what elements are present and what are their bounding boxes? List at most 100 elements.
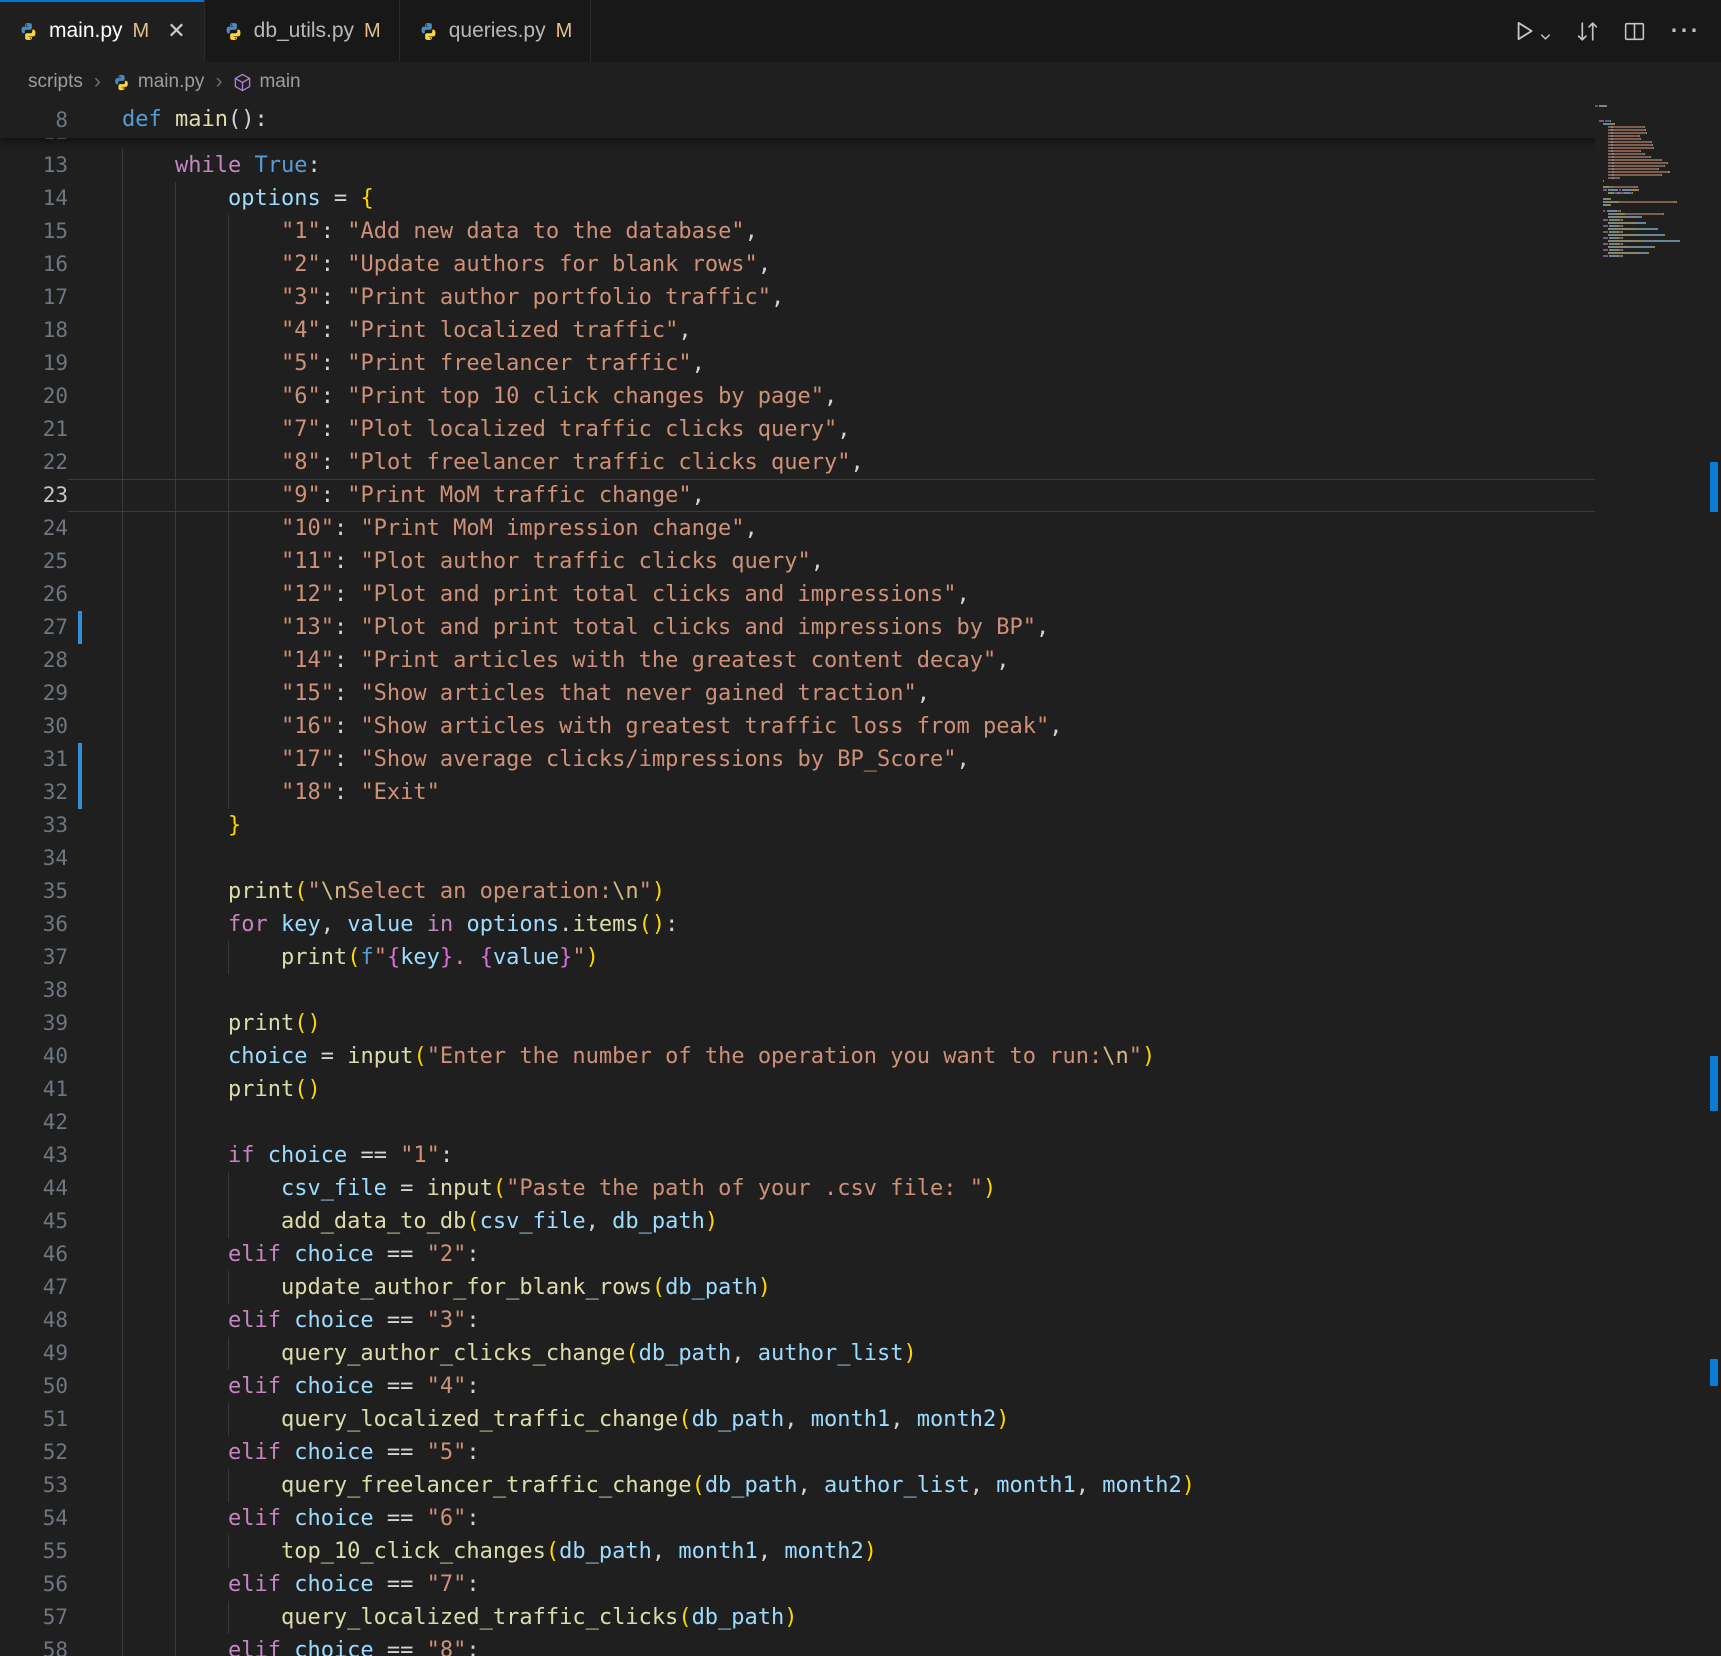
code-line[interactable]: 18 "4": "Print localized traffic", xyxy=(0,314,1721,347)
line-number[interactable]: 24 xyxy=(0,512,68,545)
code-line[interactable]: 45 add_data_to_db(csv_file, db_path) xyxy=(0,1205,1721,1238)
line-number[interactable]: 19 xyxy=(0,347,68,380)
code-line[interactable]: 56 elif choice == "7": xyxy=(0,1568,1721,1601)
line-number[interactable]: 13 xyxy=(0,149,68,182)
line-number[interactable]: 54 xyxy=(0,1502,68,1535)
code-line[interactable]: 14 options = { xyxy=(0,182,1721,215)
line-number[interactable]: 48 xyxy=(0,1304,68,1337)
code-line[interactable]: 55 top_10_click_changes(db_path, month1,… xyxy=(0,1535,1721,1568)
more-actions-button[interactable]: ⋯ xyxy=(1669,16,1699,46)
code-line[interactable]: 13 while True: xyxy=(0,149,1721,182)
line-number[interactable]: 40 xyxy=(0,1040,68,1073)
code-line[interactable]: 31 "17": "Show average clicks/impression… xyxy=(0,743,1721,776)
code-line[interactable]: 41 print() xyxy=(0,1073,1721,1106)
code-line[interactable]: 20 "6": "Print top 10 click changes by p… xyxy=(0,380,1721,413)
line-number[interactable]: 23 xyxy=(0,479,68,512)
line-number[interactable]: 22 xyxy=(0,446,68,479)
code-line[interactable]: 49 query_author_clicks_change(db_path, a… xyxy=(0,1337,1721,1370)
code-line[interactable]: 24 "10": "Print MoM impression change", xyxy=(0,512,1721,545)
line-number[interactable]: 43 xyxy=(0,1139,68,1172)
code-line[interactable]: 19 "5": "Print freelancer traffic", xyxy=(0,347,1721,380)
line-number[interactable]: 30 xyxy=(0,710,68,743)
line-number[interactable]: 29 xyxy=(0,677,68,710)
code-line[interactable]: 47 update_author_for_blank_rows(db_path) xyxy=(0,1271,1721,1304)
line-number[interactable]: 26 xyxy=(0,578,68,611)
code-line[interactable]: 21 "7": "Plot localized traffic clicks q… xyxy=(0,413,1721,446)
code-line[interactable]: 34 xyxy=(0,842,1721,875)
line-number[interactable]: 44 xyxy=(0,1172,68,1205)
line-number[interactable]: 21 xyxy=(0,413,68,446)
line-number[interactable]: 38 xyxy=(0,974,68,1007)
line-number[interactable]: 53 xyxy=(0,1469,68,1502)
code-line[interactable]: 38 xyxy=(0,974,1721,1007)
code-line[interactable]: 52 elif choice == "5": xyxy=(0,1436,1721,1469)
code-line[interactable]: 51 query_localized_traffic_change(db_pat… xyxy=(0,1403,1721,1436)
minimap[interactable] xyxy=(1595,102,1707,1656)
line-number[interactable]: 34 xyxy=(0,842,68,875)
code-line[interactable]: 46 elif choice == "2": xyxy=(0,1238,1721,1271)
line-number[interactable]: 41 xyxy=(0,1073,68,1106)
line-number[interactable]: 52 xyxy=(0,1436,68,1469)
code-line[interactable]: 33 } xyxy=(0,809,1721,842)
code-line[interactable]: 32 "18": "Exit" xyxy=(0,776,1721,809)
code-line[interactable]: 28 "14": "Print articles with the greate… xyxy=(0,644,1721,677)
code-line[interactable]: 29 "15": "Show articles that never gaine… xyxy=(0,677,1721,710)
line-number[interactable]: 32 xyxy=(0,776,68,809)
code-line[interactable]: 50 elif choice == "4": xyxy=(0,1370,1721,1403)
code-line[interactable]: 35 print("\nSelect an operation:\n") xyxy=(0,875,1721,908)
line-number[interactable]: 49 xyxy=(0,1337,68,1370)
line-number[interactable]: 47 xyxy=(0,1271,68,1304)
line-number[interactable]: 27 xyxy=(0,611,68,644)
code-line[interactable]: 54 elif choice == "6": xyxy=(0,1502,1721,1535)
line-number[interactable]: 51 xyxy=(0,1403,68,1436)
code-line[interactable]: 48 elif choice == "3": xyxy=(0,1304,1721,1337)
breadcrumb-item-scripts[interactable]: scripts xyxy=(28,71,83,93)
line-number[interactable]: 56 xyxy=(0,1568,68,1601)
sticky-scroll-line[interactable]: 8 def main(): xyxy=(0,102,1721,138)
line-number[interactable]: 55 xyxy=(0,1535,68,1568)
code-line[interactable]: 27 "13": "Plot and print total clicks an… xyxy=(0,611,1721,644)
tab-queries-py[interactable]: queries.pyM xyxy=(400,0,592,62)
overview-ruler[interactable] xyxy=(1707,102,1721,1656)
line-number[interactable]: 35 xyxy=(0,875,68,908)
line-number[interactable]: 39 xyxy=(0,1007,68,1040)
line-number[interactable]: 17 xyxy=(0,281,68,314)
code-line[interactable]: 43 if choice == "1": xyxy=(0,1139,1721,1172)
line-number[interactable]: 25 xyxy=(0,545,68,578)
close-tab-icon[interactable]: ✕ xyxy=(167,20,185,42)
code-line[interactable]: 26 "12": "Plot and print total clicks an… xyxy=(0,578,1721,611)
code-editor[interactable]: 1213 while True:14 options = {15 "1": "A… xyxy=(0,102,1721,1656)
line-number[interactable]: 58 xyxy=(0,1634,68,1656)
code-line[interactable]: 53 query_freelancer_traffic_change(db_pa… xyxy=(0,1469,1721,1502)
code-line[interactable]: 40 choice = input("Enter the number of t… xyxy=(0,1040,1721,1073)
line-number[interactable]: 37 xyxy=(0,941,68,974)
code-line[interactable]: 16 "2": "Update authors for blank rows", xyxy=(0,248,1721,281)
line-number[interactable]: 42 xyxy=(0,1106,68,1139)
line-number[interactable]: 31 xyxy=(0,743,68,776)
split-editor-button[interactable] xyxy=(1622,19,1647,44)
line-number[interactable]: 33 xyxy=(0,809,68,842)
line-number[interactable]: 18 xyxy=(0,314,68,347)
line-number[interactable]: 36 xyxy=(0,908,68,941)
code-line[interactable]: 25 "11": "Plot author traffic clicks que… xyxy=(0,545,1721,578)
code-line[interactable]: 44 csv_file = input("Paste the path of y… xyxy=(0,1172,1721,1205)
code-line[interactable]: 37 print(f"{key}. {value}") xyxy=(0,941,1721,974)
line-number[interactable]: 15 xyxy=(0,215,68,248)
code-line[interactable]: 39 print() xyxy=(0,1007,1721,1040)
line-number[interactable]: 20 xyxy=(0,380,68,413)
line-number[interactable]: 57 xyxy=(0,1601,68,1634)
line-number[interactable]: 46 xyxy=(0,1238,68,1271)
line-number[interactable]: 16 xyxy=(0,248,68,281)
code-line[interactable]: 57 query_localized_traffic_clicks(db_pat… xyxy=(0,1601,1721,1634)
code-line[interactable]: 58 elif choice == "8": xyxy=(0,1634,1721,1656)
code-line[interactable]: 22 "8": "Plot freelancer traffic clicks … xyxy=(0,446,1721,479)
code-line[interactable]: 36 for key, value in options.items(): xyxy=(0,908,1721,941)
line-number[interactable]: 14 xyxy=(0,182,68,215)
code-line[interactable]: 42 xyxy=(0,1106,1721,1139)
tab-db_utils-py[interactable]: db_utils.pyM xyxy=(205,0,400,62)
line-number[interactable]: 50 xyxy=(0,1370,68,1403)
code-line[interactable]: 30 "16": "Show articles with greatest tr… xyxy=(0,710,1721,743)
code-line[interactable]: 15 "1": "Add new data to the database", xyxy=(0,215,1721,248)
line-number[interactable]: 45 xyxy=(0,1205,68,1238)
open-changes-button[interactable] xyxy=(1575,19,1600,44)
